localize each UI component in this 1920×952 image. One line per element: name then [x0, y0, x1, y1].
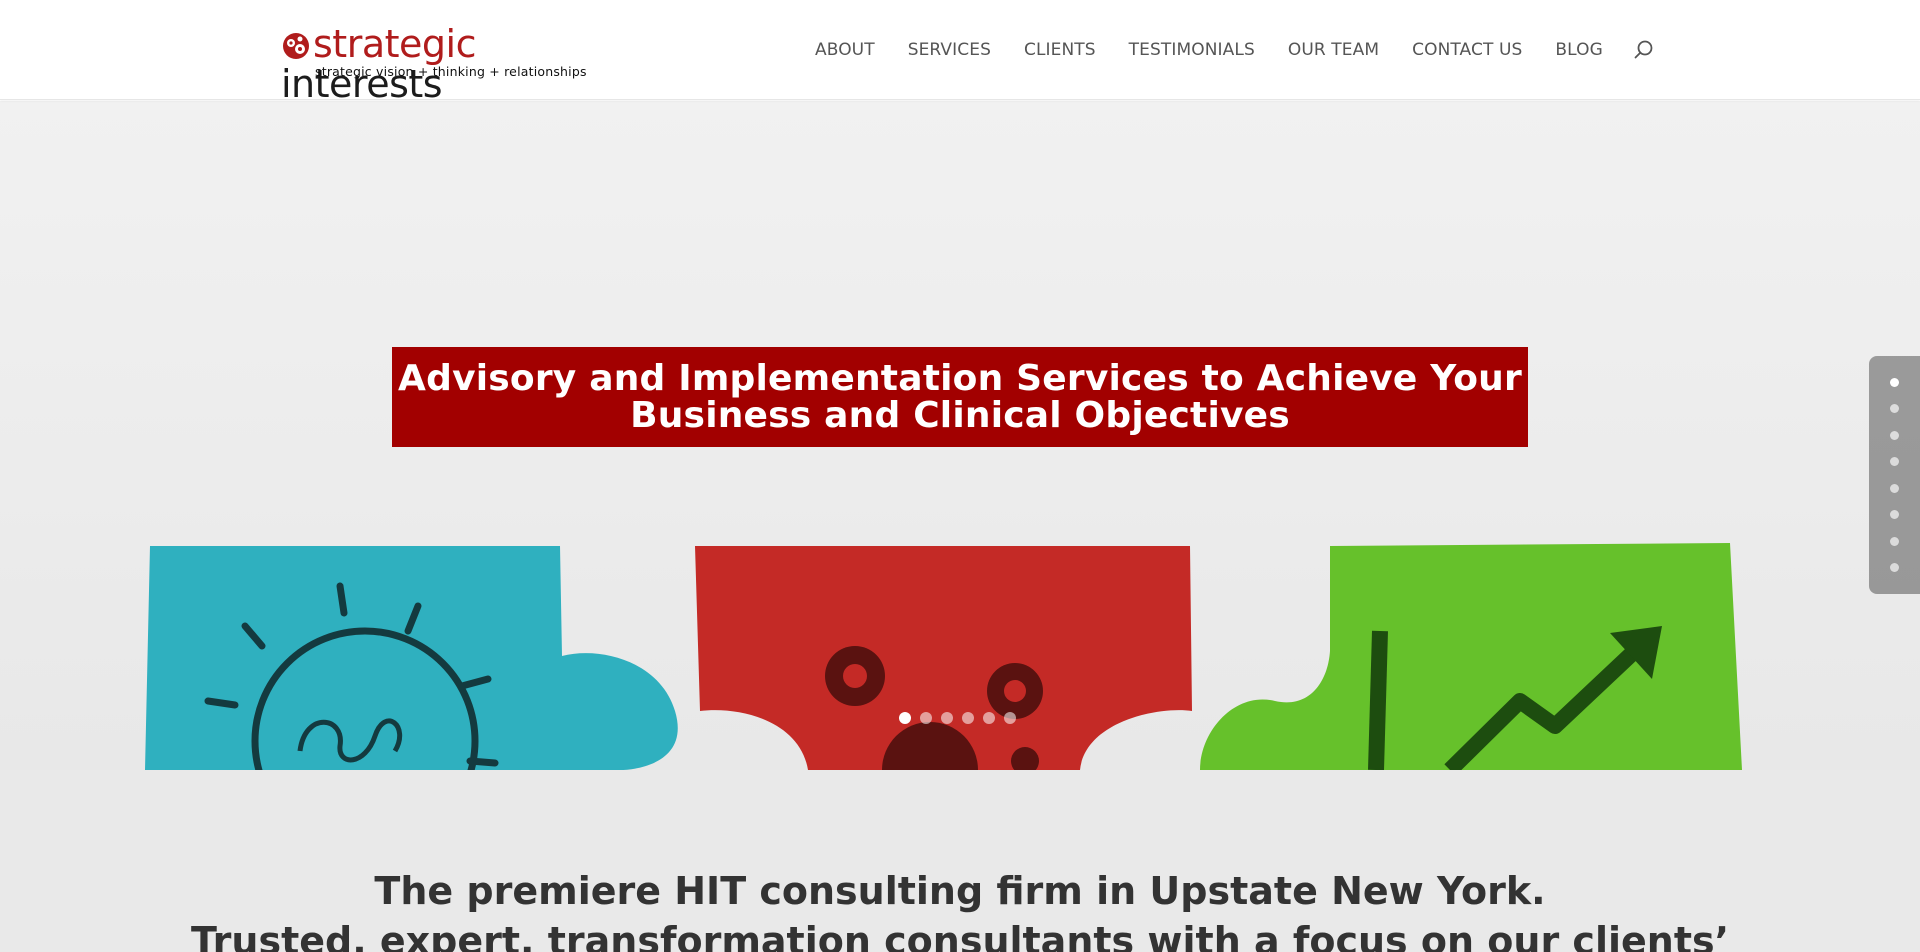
- section-dot[interactable]: [1890, 378, 1899, 387]
- nav-about[interactable]: ABOUT: [815, 40, 875, 60]
- section-dot[interactable]: [1890, 404, 1899, 413]
- intro-heading-line2: Trusted, expert, transformation consulta…: [190, 919, 1730, 952]
- slide-dot[interactable]: [920, 712, 932, 724]
- search-icon[interactable]: [1632, 38, 1656, 62]
- nav-services[interactable]: SERVICES: [908, 40, 991, 60]
- section-dot[interactable]: [1890, 563, 1899, 572]
- main-nav: ABOUT SERVICES CLIENTS TESTIMONIALS OUR …: [815, 38, 1656, 62]
- hero-headline-banner: Advisory and Implementation Services to …: [392, 347, 1528, 447]
- logo-tagline: strategic vision + thinking + relationsh…: [315, 64, 587, 79]
- slider-pagination: [899, 712, 1016, 724]
- slide-dot[interactable]: [1004, 712, 1016, 724]
- slide-dot[interactable]: [983, 712, 995, 724]
- intro-section: The premiere HIT consulting firm in Upst…: [0, 770, 1920, 952]
- section-dot[interactable]: [1890, 510, 1899, 519]
- hero-slider: Advisory and Implementation Services to …: [0, 101, 1920, 770]
- side-section-nav: [1869, 356, 1920, 594]
- nav-testimonials[interactable]: TESTIMONIALS: [1129, 40, 1255, 60]
- section-dot[interactable]: [1890, 484, 1899, 493]
- slide-dot[interactable]: [941, 712, 953, 724]
- logo-word-strategic: strategic: [313, 22, 476, 66]
- gears-logo-icon: [283, 33, 309, 59]
- hero-headline-line2: Business and Clinical Objectives: [630, 395, 1290, 436]
- section-dot[interactable]: [1890, 537, 1899, 546]
- nav-blog[interactable]: BLOG: [1555, 40, 1602, 60]
- nav-contact-us[interactable]: CONTACT US: [1412, 40, 1522, 60]
- nav-clients[interactable]: CLIENTS: [1024, 40, 1096, 60]
- slide-dot[interactable]: [962, 712, 974, 724]
- hero-headline-line1: Advisory and Implementation Services to …: [398, 358, 1522, 399]
- slide-dot[interactable]: [899, 712, 911, 724]
- hero-headline: Advisory and Implementation Services to …: [398, 360, 1522, 434]
- logo[interactable]: strategic interests strategic vision + t…: [281, 22, 601, 104]
- nav-our-team[interactable]: OUR TEAM: [1288, 40, 1379, 60]
- section-dot[interactable]: [1890, 457, 1899, 466]
- intro-heading-line1: The premiere HIT consulting firm in Upst…: [374, 869, 1546, 913]
- site-header: strategic interests strategic vision + t…: [0, 0, 1920, 104]
- section-dot[interactable]: [1890, 431, 1899, 440]
